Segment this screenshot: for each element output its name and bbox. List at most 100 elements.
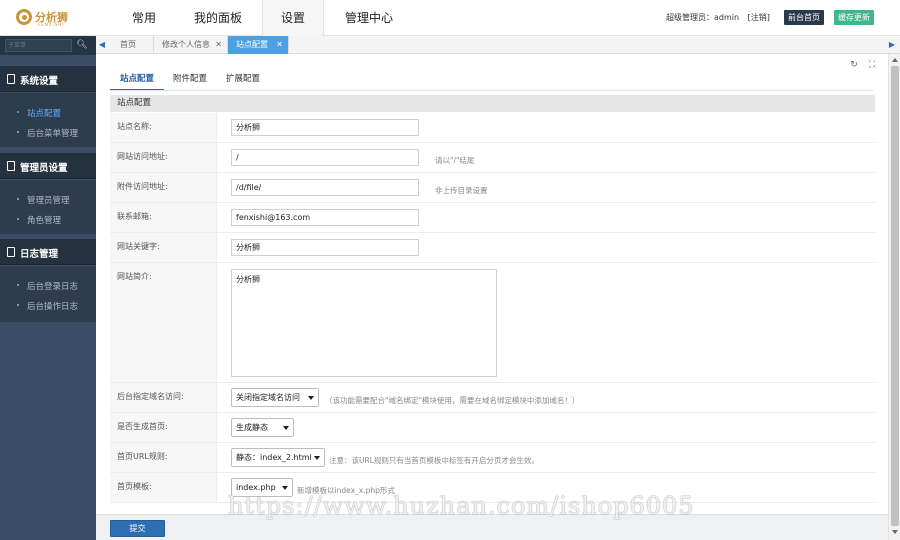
- field-label: 首页模板:: [110, 473, 217, 502]
- field-label: 网站访问地址:: [110, 143, 217, 172]
- logo-subtext: FENXISHI: [38, 22, 65, 27]
- select-value: 静态：index_2.html: [236, 453, 312, 462]
- document-icon: [7, 74, 15, 84]
- admin-user: admin: [714, 13, 740, 22]
- bullet-icon: [17, 198, 19, 200]
- description-textarea[interactable]: 分析狮: [231, 269, 497, 377]
- chevron-down-icon: [314, 456, 320, 460]
- admin-role: 超级管理员：: [666, 13, 714, 22]
- row-site-url: 网站访问地址: 请以"/"结尾: [110, 143, 875, 173]
- sidebar-item-login-log[interactable]: 后台登录日志: [0, 275, 96, 295]
- close-icon[interactable]: ✕: [215, 36, 222, 54]
- field-label: 联系邮箱:: [110, 203, 217, 232]
- form-footer: 提交: [96, 514, 888, 540]
- index-template-select[interactable]: index.php: [231, 478, 293, 497]
- sidebar-item-role-manage[interactable]: 角色管理: [0, 209, 96, 229]
- row-site-name: 站点名称:: [110, 113, 875, 143]
- keywords-input[interactable]: [231, 239, 419, 256]
- row-url-rule: 首页URL规则: 静态：index_2.html 注意：该URL规则只有当首页模…: [110, 443, 875, 473]
- sidebar-item-label: 后台菜单管理: [27, 129, 79, 139]
- sidebar-search: 🔍︎: [0, 36, 96, 55]
- scroll-down-icon[interactable]: [892, 530, 898, 534]
- row-description: 网站简介: 分析狮: [110, 263, 875, 383]
- sidebar-section-logs[interactable]: 日志管理: [0, 239, 96, 265]
- search-icon[interactable]: 🔍︎: [74, 39, 90, 52]
- logout-link[interactable]: [注销]: [748, 13, 770, 22]
- page-tab-home[interactable]: 首页: [112, 36, 154, 54]
- field-hint: 注意：该URL规则只有当首页模板中标签有开启分页才会生效。: [329, 456, 539, 465]
- scrollbar-thumb[interactable]: [891, 66, 899, 526]
- select-value: 关闭指定域名访问: [236, 393, 300, 402]
- logo-mark-icon: [16, 9, 32, 25]
- row-gen-index: 是否生成首页: 生成静态: [110, 413, 875, 443]
- tab-attachment-config[interactable]: 附件配置: [164, 71, 216, 91]
- tab-scroll-right-icon[interactable]: ▶: [886, 36, 898, 54]
- admin-info: 超级管理员：admin [注销]: [666, 12, 770, 23]
- field-hint: 请以"/"结尾: [435, 156, 475, 165]
- email-field[interactable]: [231, 209, 419, 226]
- url-rule-select[interactable]: 静态：index_2.html: [231, 448, 325, 467]
- cache-update-button[interactable]: 缓存更新: [834, 10, 874, 25]
- fullscreen-icon[interactable]: ⛶: [867, 60, 877, 70]
- field-label: 网站简介:: [110, 263, 217, 382]
- chevron-down-icon: [308, 396, 314, 400]
- sidebar-item-label: 后台登录日志: [27, 282, 79, 292]
- nav-settings[interactable]: 设置: [262, 0, 324, 37]
- sidebar-item-site-config[interactable]: 站点配置: [0, 102, 96, 122]
- site-url-input[interactable]: [231, 149, 419, 166]
- field-label: 站点名称:: [110, 113, 217, 142]
- select-value: 生成静态: [236, 423, 268, 432]
- logo-text: 分析狮: [35, 10, 68, 24]
- nav-my-panel[interactable]: 我的面板: [188, 0, 248, 36]
- field-hint: 新增模板以index_x.php形式: [297, 486, 395, 495]
- sidebar-item-label: 角色管理: [27, 216, 62, 226]
- row-email: 联系邮箱:: [110, 203, 875, 233]
- scrollbar[interactable]: [888, 54, 900, 540]
- page-tab-label: 首页: [120, 40, 136, 49]
- chevron-down-icon: [282, 486, 288, 490]
- bullet-icon: [17, 218, 19, 220]
- tab-divider: [110, 90, 875, 91]
- scroll-up-icon[interactable]: [892, 58, 898, 62]
- row-index-template: 首页模板: index.php 新增模板以index_x.php形式: [110, 473, 875, 503]
- document-icon: [7, 247, 15, 257]
- nav-admin-center[interactable]: 管理中心: [338, 0, 400, 36]
- sidebar-group-system: 站点配置 后台菜单管理: [0, 93, 96, 147]
- refresh-icon[interactable]: ↻: [849, 60, 859, 70]
- sidebar-item-label: 管理员管理: [27, 196, 70, 206]
- row-admin-domain: 后台指定域名访问: 关闭指定域名访问 （该功能需要配合"域名绑定"模块使用，需要…: [110, 383, 875, 413]
- tab-scroll-left-icon[interactable]: ◀: [96, 36, 108, 54]
- admin-domain-select[interactable]: 关闭指定域名访问: [231, 388, 319, 407]
- submit-button[interactable]: 提交: [110, 520, 165, 537]
- sidebar-item-operation-log[interactable]: 后台操作日志: [0, 295, 96, 315]
- gen-index-select[interactable]: 生成静态: [231, 418, 294, 437]
- sidebar-section-system[interactable]: 系统设置: [0, 66, 96, 92]
- sidebar-group-logs: 后台登录日志 后台操作日志: [0, 266, 96, 322]
- tab-extension-config[interactable]: 扩展配置: [217, 71, 269, 91]
- frontend-home-button[interactable]: 前台首页: [784, 10, 824, 25]
- page-tab-label: 修改个人信息: [162, 40, 210, 49]
- chevron-down-icon: [283, 426, 289, 430]
- field-label: 网站关键字:: [110, 233, 217, 262]
- sidebar: 🔍︎ 系统设置 站点配置 后台菜单管理 管理员设置 管理员管理 角色管理 日志管…: [0, 36, 96, 540]
- sidebar-section-admin[interactable]: 管理员设置: [0, 153, 96, 179]
- field-label: 后台指定域名访问:: [110, 383, 217, 412]
- sidebar-search-input[interactable]: [5, 39, 72, 52]
- page-tab-profile[interactable]: 修改个人信息 ✕: [154, 36, 228, 54]
- sidebar-item-admin-manage[interactable]: 管理员管理: [0, 189, 96, 209]
- page-tab-site-config[interactable]: 站点配置 ✕: [228, 36, 289, 54]
- sidebar-item-label: 站点配置: [27, 109, 62, 119]
- sidebar-section-title: 日志管理: [20, 249, 59, 260]
- nav-common[interactable]: 常用: [120, 0, 168, 36]
- attach-url-input[interactable]: [231, 179, 419, 196]
- field-hint: 非上传目录设置: [435, 186, 488, 195]
- sidebar-section-title: 管理员设置: [20, 163, 68, 174]
- sidebar-item-label: 后台操作日志: [27, 302, 79, 312]
- close-icon[interactable]: ✕: [276, 36, 283, 54]
- top-bar: 分析狮 FENXISHI 常用 我的面板 设置 管理中心 超级管理员：admin…: [0, 0, 900, 37]
- tab-site-config[interactable]: 站点配置: [110, 71, 164, 91]
- bullet-icon: [17, 131, 19, 133]
- site-name-input[interactable]: [231, 119, 419, 136]
- sidebar-item-menu-manage[interactable]: 后台菜单管理: [0, 122, 96, 142]
- bullet-icon: [17, 111, 19, 113]
